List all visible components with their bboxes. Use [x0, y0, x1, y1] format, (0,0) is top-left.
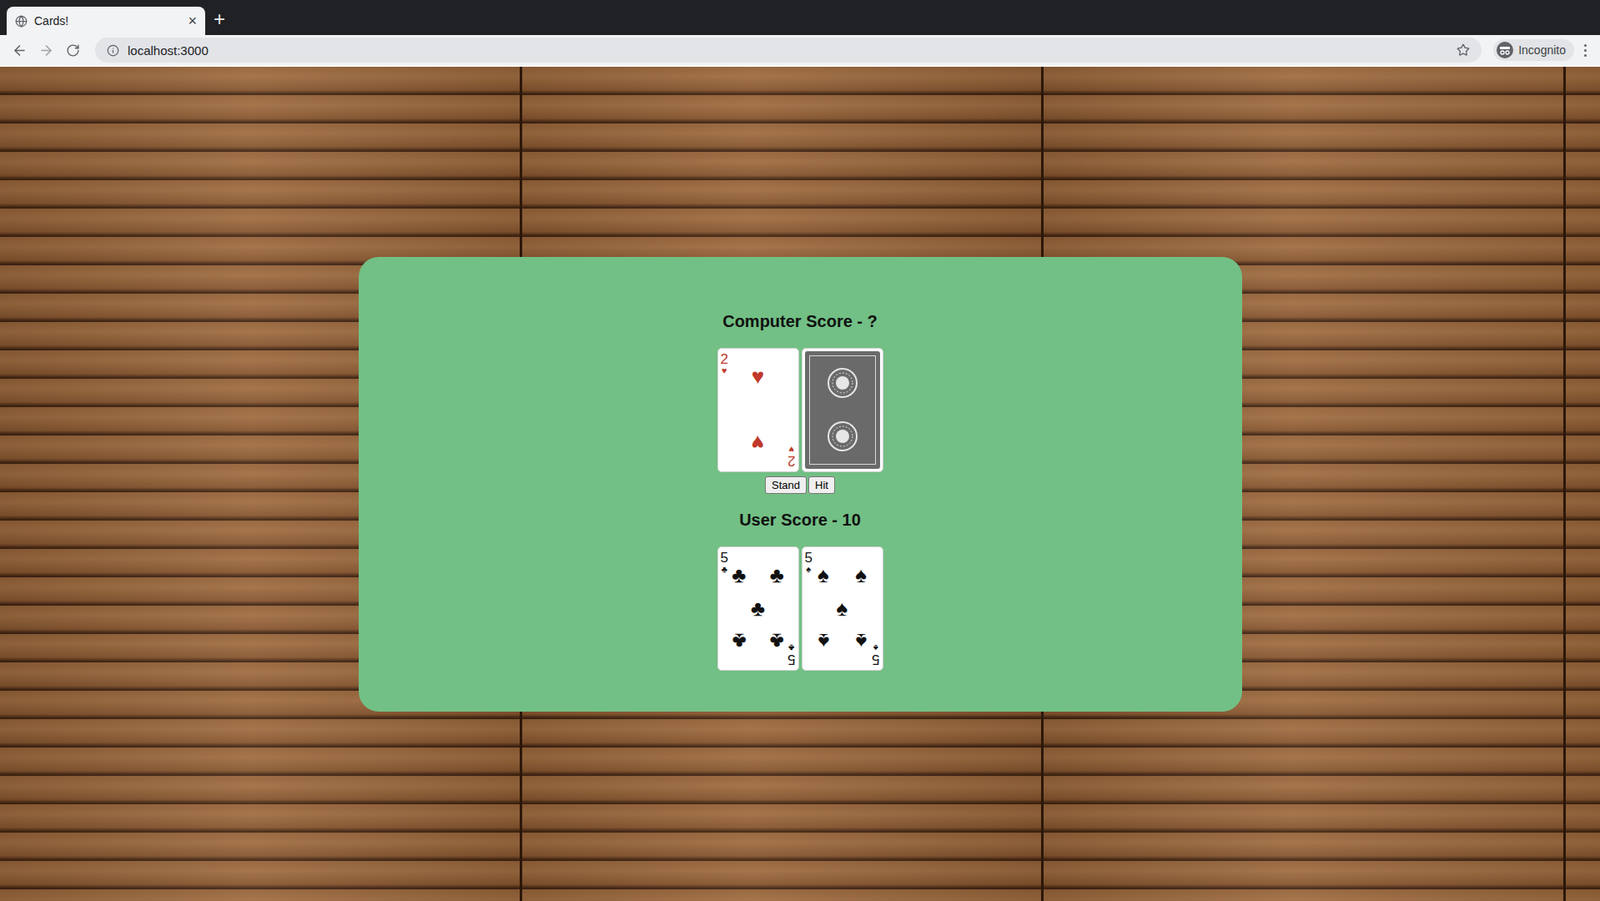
card-pip: ♣: [748, 591, 768, 625]
card-back-pattern: [805, 351, 881, 469]
tab-strip: Cards! × +: [0, 0, 1600, 36]
game-table: Computer Score - ?2♥♥♥2♥StandHitUser Sco…: [358, 256, 1243, 712]
tab-close-button[interactable]: ×: [187, 13, 197, 29]
card-suit: ♠: [873, 643, 879, 653]
card-rank: 2: [787, 453, 795, 468]
reload-icon: [65, 43, 81, 58]
arrow-left-icon: [11, 42, 28, 59]
card-corner: 5♣: [787, 643, 795, 667]
card-suit: ♠: [805, 564, 811, 574]
card-pip: ♥: [748, 426, 768, 460]
card-back: [801, 347, 884, 473]
wood-background: Computer Score - ?2♥♥♥2♥StandHitUser Sco…: [0, 66, 1600, 901]
card-pip: ♠: [832, 591, 852, 625]
arrow-right-icon: [38, 42, 55, 59]
playing-card: 5♠♠♠♠♠♠5♠: [801, 546, 884, 671]
emblem-icon: [825, 419, 860, 453]
action-button[interactable]: Hit: [808, 476, 836, 494]
profile-button[interactable]: Incognito: [1493, 39, 1575, 61]
browser-tab[interactable]: Cards! ×: [6, 6, 206, 36]
card-rank: 2: [720, 352, 729, 367]
card-pip: ♣: [729, 558, 750, 593]
computer-hand: 2♥♥♥2♥: [717, 347, 884, 473]
card-pip: ♣: [767, 624, 787, 659]
forward-button[interactable]: [35, 39, 57, 61]
playing-card: 5♣♣♣♣♣♣5♣: [717, 546, 800, 671]
card-suit: ♥: [721, 366, 728, 376]
card-suit: ♥: [789, 444, 795, 454]
user-score: User Score - 10: [739, 508, 861, 531]
computer-score: Computer Score - ?: [722, 310, 878, 333]
user-hand: 5♣♣♣♣♣♣5♣5♠♠♠♠♠♠5♠: [717, 546, 884, 671]
playing-card: 2♥♥♥2♥: [717, 347, 800, 473]
card-back-frame: [809, 355, 876, 465]
card-corner: 5♠: [805, 550, 813, 574]
reload-button[interactable]: [61, 39, 84, 61]
tab-title: Cards!: [34, 14, 182, 28]
globe-icon: [15, 15, 28, 28]
card-rank: 5: [805, 550, 813, 565]
star-icon[interactable]: [1456, 43, 1470, 57]
card-pip: ♠: [814, 624, 834, 659]
emblem-icon: [825, 366, 860, 400]
card-pip: ♠: [851, 558, 871, 593]
card-pip: ♣: [767, 558, 787, 593]
info-icon: [106, 44, 120, 57]
card-pip: ♠: [814, 558, 834, 593]
controls: StandHit: [764, 476, 836, 494]
action-button[interactable]: Stand: [764, 476, 807, 494]
card-corner: 5♣: [720, 550, 729, 574]
incognito-icon: [1496, 41, 1514, 59]
card-rank: 5: [787, 652, 795, 667]
card-corner: 2♥: [720, 352, 729, 376]
profile-label: Incognito: [1518, 43, 1566, 57]
menu-dots-icon[interactable]: [1579, 44, 1592, 57]
address-bar[interactable]: localhost:3000: [95, 37, 1482, 63]
card-pip: ♣: [729, 624, 750, 659]
browser-toolbar: localhost:3000 Incognito: [0, 35, 1600, 67]
browser-window: Cards! × + localhost:3000 Incognito Computer …: [0, 0, 1600, 901]
card-corner: 5♠: [871, 643, 880, 667]
card-rank: 5: [720, 550, 729, 565]
url-text: localhost:3000: [127, 43, 1449, 58]
card-rank: 5: [871, 652, 880, 667]
card-suit: ♣: [721, 564, 728, 574]
back-button[interactable]: [8, 39, 31, 61]
card-pip: ♥: [748, 360, 768, 394]
card-corner: 2♥: [787, 444, 795, 468]
card-pip: ♠: [851, 624, 871, 659]
card-suit: ♣: [788, 643, 795, 653]
new-tab-button[interactable]: +: [213, 5, 226, 30]
